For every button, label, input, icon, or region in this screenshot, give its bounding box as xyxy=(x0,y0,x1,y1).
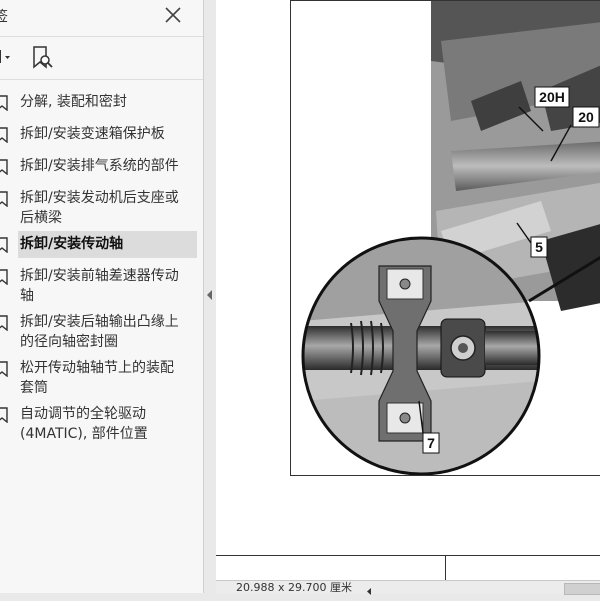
bookmark-label: 分解, 装配和密封 xyxy=(20,94,127,110)
bookmark-icon xyxy=(0,315,8,331)
bookmark-label: 拆卸/安装排气系统的部件 xyxy=(20,158,179,174)
panel-header: 签 xyxy=(0,0,203,32)
callout-20h: 20H xyxy=(539,89,565,105)
close-panel-button[interactable] xyxy=(163,5,183,25)
bookmark-label: 自动调节的全轮驱动 (4MATIC), 部件位置 xyxy=(20,406,148,442)
bookmark-icon xyxy=(0,269,8,285)
callout-5: 5 xyxy=(535,239,543,255)
bookmark-icon xyxy=(0,407,8,423)
bookmark-label: 拆卸/安装发动机后支座或 后横梁 xyxy=(20,190,179,226)
panel-toolbar xyxy=(0,36,203,80)
bookmark-label: 拆卸/安装变速箱保护板 xyxy=(20,126,165,142)
close-icon xyxy=(165,7,181,23)
callout-7: 7 xyxy=(427,435,435,451)
technical-illustration: 20H 20 5 7 xyxy=(290,0,600,476)
bookmark-icon xyxy=(0,237,8,253)
options-dropdown-icon xyxy=(0,50,10,63)
page-divider-line-vertical xyxy=(445,555,446,580)
bookmark-label: 拆卸/安装前轴差速器传动 轴 xyxy=(20,268,179,304)
find-bookmark-button[interactable] xyxy=(30,45,56,71)
collapse-panel-handle[interactable] xyxy=(204,284,216,306)
bookmarks-panel: 签 分解, 装配和密封 拆卸/安装变速 xyxy=(0,0,204,593)
page-size-label: 20.988 x 29.700 厘米 xyxy=(236,581,352,594)
bookmark-search-icon xyxy=(33,46,53,69)
bookmark-label: 拆卸/安装传动轴 xyxy=(20,236,124,252)
scroll-left-button[interactable] xyxy=(364,582,376,595)
horizontal-scrollbar-thumb[interactable] xyxy=(564,583,600,595)
bookmark-options-button[interactable] xyxy=(0,46,14,68)
panel-title: 签 xyxy=(0,6,8,26)
bookmark-label: 拆卸/安装后轴输出凸缘上 的径向轴密封圈 xyxy=(20,314,179,350)
triangle-left-icon xyxy=(207,290,212,300)
status-bar: 20.988 x 29.700 厘米 xyxy=(216,580,600,595)
drivetrain-photo: 20H 20 5 7 xyxy=(301,1,600,475)
bookmark-icon xyxy=(0,191,8,207)
caret-left-icon xyxy=(367,588,371,595)
bookmark-icon xyxy=(0,159,8,175)
page-divider-line xyxy=(216,555,600,556)
bookmark-icon xyxy=(0,95,8,111)
bookmark-label: 松开传动轴轴节上的装配 套筒 xyxy=(20,360,174,396)
bookmark-icon xyxy=(0,361,8,377)
callout-20: 20 xyxy=(578,109,594,125)
bookmark-icon xyxy=(0,127,8,143)
